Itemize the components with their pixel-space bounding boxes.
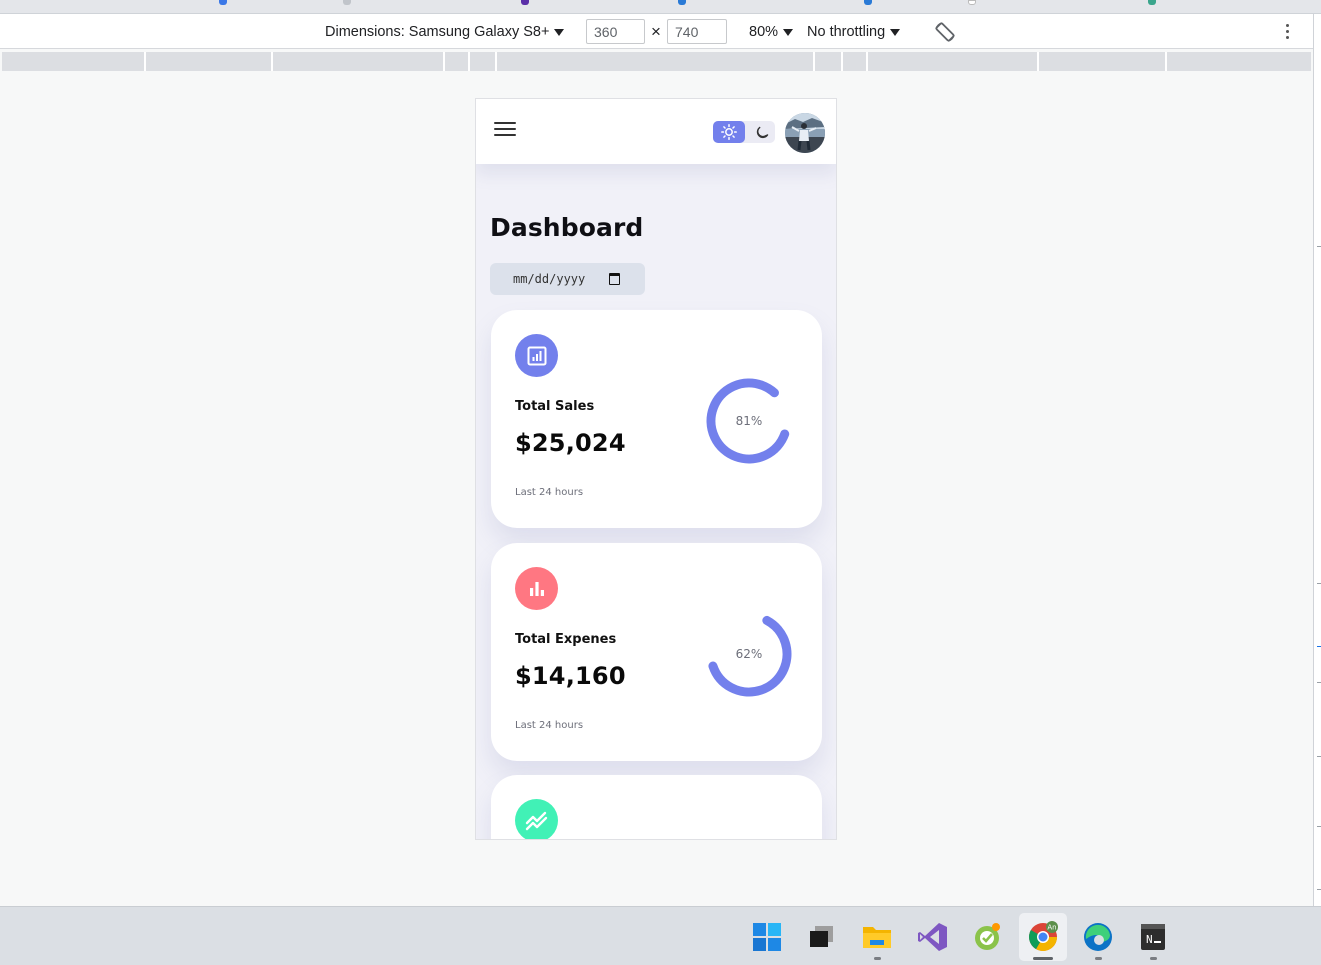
rotate-button[interactable] — [933, 14, 957, 49]
app-header — [476, 99, 836, 164]
bar-chart-icon — [515, 567, 558, 610]
svg-text:N: N — [1146, 933, 1153, 946]
tab-mark — [521, 0, 529, 5]
notepad-icon[interactable]: N — [1137, 921, 1169, 953]
width-input[interactable]: 360 — [586, 19, 645, 44]
chrome-badge: An — [1047, 924, 1056, 932]
chevron-down-icon — [890, 28, 901, 36]
ruler-divider — [443, 52, 445, 71]
tab-mark — [219, 0, 227, 5]
sun-icon[interactable] — [713, 121, 745, 143]
throttling-select[interactable]: No throttling — [807, 14, 901, 49]
moon-icon[interactable] — [752, 121, 772, 143]
phone-viewport: Dashboard mm/dd/yyyy Total Sales $25,024… — [475, 98, 837, 840]
more-vertical-icon[interactable] — [1286, 24, 1290, 42]
ruler-divider — [813, 52, 815, 71]
chrome-icon[interactable]: An — [1027, 921, 1059, 953]
page-title: Dashboard — [490, 213, 644, 242]
ruler-divider — [1037, 52, 1039, 71]
height-input[interactable]: 740 — [667, 19, 727, 44]
tab-mark — [864, 0, 872, 5]
dimension-separator: × — [651, 22, 661, 41]
expenses-value: $14,160 — [515, 662, 626, 690]
device-select-label: Dimensions: Samsung Galaxy S8+ — [325, 23, 550, 40]
analytics-icon — [515, 334, 558, 377]
media-query-ruler[interactable] — [2, 52, 1311, 71]
ruler-divider — [271, 52, 273, 71]
app-icon[interactable] — [972, 921, 1004, 953]
windows-start-icon[interactable] — [751, 921, 783, 953]
sales-footer: Last 24 hours — [515, 487, 584, 498]
expenses-label: Total Expenes — [515, 632, 617, 647]
zoom-label: 80% — [749, 23, 779, 40]
tab-mark — [678, 0, 686, 5]
expenses-progress-text: 62% — [735, 647, 763, 661]
file-explorer-icon[interactable] — [861, 921, 893, 953]
zoom-select[interactable]: 80% — [749, 14, 794, 49]
ruler-divider — [468, 52, 470, 71]
ruler-divider — [841, 52, 843, 71]
date-input-placeholder: mm/dd/yyyy — [513, 272, 586, 286]
ruler-divider — [495, 52, 497, 71]
theme-toggle[interactable] — [713, 121, 775, 143]
expenses-card: Total Expenes $14,160 62% Last 24 hours — [491, 543, 822, 761]
profile-avatar[interactable] — [785, 113, 825, 153]
date-input[interactable]: mm/dd/yyyy — [490, 263, 645, 295]
expenses-footer: Last 24 hours — [515, 720, 584, 731]
tab-mark — [343, 0, 351, 5]
sales-progress-text: 81% — [735, 414, 763, 428]
chevron-down-icon — [783, 28, 794, 36]
ruler-divider — [1165, 52, 1167, 71]
stocks-icon — [515, 799, 558, 839]
throttling-label: No throttling — [807, 23, 886, 40]
browser-tab-strip — [0, 0, 1321, 14]
sales-value: $25,024 — [515, 429, 626, 457]
device-toolbar: Dimensions: Samsung Galaxy S8+ 360 × 740… — [0, 14, 1313, 49]
taskbar: An N — [0, 906, 1321, 965]
task-view-icon[interactable] — [806, 921, 838, 953]
tab-mark — [1148, 0, 1156, 5]
tab-mark — [968, 0, 976, 5]
visual-studio-icon[interactable] — [917, 921, 949, 953]
sales-card: Total Sales $25,024 81% Last 24 hours — [491, 310, 822, 528]
devtools-panel-edge — [1313, 14, 1321, 906]
height-value: 740 — [675, 23, 699, 40]
hamburger-menu-icon[interactable] — [494, 122, 516, 138]
edge-icon[interactable] — [1082, 921, 1114, 953]
ruler-divider — [866, 52, 868, 71]
sales-label: Total Sales — [515, 399, 595, 414]
device-select[interactable]: Dimensions: Samsung Galaxy S8+ — [325, 14, 565, 49]
width-value: 360 — [594, 23, 618, 40]
rotate-icon — [935, 21, 955, 42]
income-card — [491, 775, 822, 839]
calendar-icon[interactable] — [609, 273, 620, 285]
ruler-divider — [144, 52, 146, 71]
chevron-down-icon — [554, 28, 565, 36]
